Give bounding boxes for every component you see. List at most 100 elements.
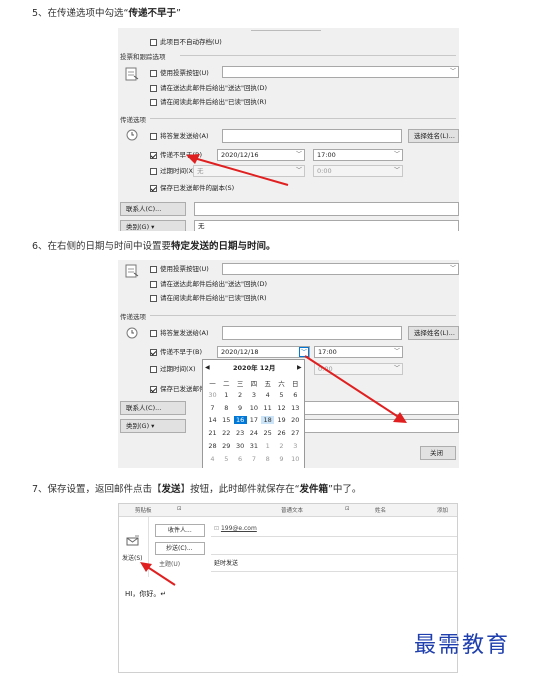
calendar-day[interactable]: 10 [247, 404, 260, 412]
calendar-day[interactable]: 24 [247, 429, 260, 437]
calendar-day[interactable]: 21 [206, 429, 219, 437]
categories-button[interactable]: 类别(G) ▾ [120, 419, 186, 433]
calendar-day[interactable]: 25 [261, 429, 274, 437]
calendar-day[interactable]: 22 [220, 429, 233, 437]
reply-to-checkbox[interactable] [150, 133, 157, 140]
select-names-button[interactable]: 选择姓名(L)... [408, 129, 459, 143]
calendar-day[interactable]: 30 [234, 442, 247, 450]
voting-select[interactable]: ﹀ [222, 263, 459, 275]
calendar-day[interactable]: 10 [289, 455, 302, 463]
calendar-day[interactable]: 14 [206, 416, 219, 424]
to-button[interactable]: 收件人... [155, 524, 205, 537]
calendar-day[interactable]: 12 [275, 404, 288, 412]
calendar-weekday: 二 [223, 380, 230, 388]
calendar-day[interactable]: 6 [234, 455, 247, 463]
calendar-day[interactable]: 7 [206, 404, 219, 412]
calendar-day[interactable]: 16 [233, 416, 247, 425]
calendar-day[interactable]: 2 [275, 442, 288, 450]
no-earlier-checkbox[interactable] [150, 152, 157, 159]
read-receipt-checkbox[interactable] [150, 295, 157, 302]
close-button[interactable]: 关闭 [420, 446, 456, 460]
calendar-day[interactable]: 4 [261, 391, 274, 399]
calendar-day[interactable]: 1 [220, 391, 233, 399]
read-receipt-checkbox[interactable] [150, 99, 157, 106]
calendar-day[interactable]: 7 [247, 455, 260, 463]
no-autoarchive-checkbox[interactable] [150, 39, 157, 46]
voting-section-title: 投票和跟踪选项 [120, 53, 166, 61]
calendar-day[interactable]: 13 [289, 404, 302, 412]
no-earlier-time[interactable]: 17:00 ﹀ [313, 149, 403, 161]
next-month-icon[interactable]: ▶ [297, 364, 302, 372]
delivery-receipt-checkbox[interactable] [150, 281, 157, 288]
expires-time[interactable]: 0:00﹀ [313, 165, 403, 177]
expires-checkbox[interactable] [150, 168, 157, 175]
calendar-day[interactable]: 5 [275, 391, 288, 399]
voting-select[interactable]: ﹀ [222, 66, 459, 78]
calendar-weekday: 三 [236, 380, 244, 388]
calendar-day[interactable]: 9 [275, 455, 288, 463]
names-group-label: 姓名 [375, 508, 387, 514]
expires-checkbox[interactable] [150, 366, 157, 373]
calendar-weekday: 五 [264, 380, 271, 388]
calendar-day[interactable]: 1 [261, 442, 274, 450]
calendar-day[interactable]: 20 [289, 416, 302, 424]
calendar-day[interactable]: 11 [261, 404, 274, 412]
save-copy-checkbox[interactable] [150, 185, 157, 192]
calendar-day[interactable]: 18 [261, 416, 275, 425]
calendar-day[interactable]: 30 [206, 391, 219, 399]
date-picker-calendar[interactable]: ◀ 2020年 12月 ▶ 一二三四五六日 30 1 2 3 4 5 6 7 8 9 10 11 12 13… [202, 359, 305, 468]
to-field[interactable]: ⊡ 199@e.com [211, 524, 457, 537]
delivery-clock-icon [126, 327, 138, 339]
use-voting-checkbox[interactable] [150, 266, 157, 273]
reply-to-input[interactable] [222, 129, 402, 143]
delivery-receipt-label: 请在送达此邮件后给出"送达"回执(D) [160, 280, 268, 288]
categories-button[interactable]: 类别(G) ▾ [120, 220, 186, 231]
read-receipt-label: 请在阅读此邮件后给出"已读"回执(R) [160, 98, 267, 106]
cc-button[interactable]: 抄送(C)... [155, 542, 205, 555]
step-5-text: 5、在传递选项中勾选“传递不早于” [32, 8, 181, 19]
calendar-day[interactable]: 9 [234, 404, 247, 412]
expand-icon[interactable]: ⊡ [177, 506, 182, 512]
contacts-input[interactable] [194, 202, 459, 216]
calendar-day[interactable]: 3 [247, 391, 260, 399]
send-icon [126, 535, 139, 546]
calendar-day[interactable]: 5 [220, 455, 233, 463]
save-copy-checkbox[interactable] [150, 386, 157, 393]
calendar-day[interactable]: 8 [220, 404, 233, 412]
calendar-day[interactable]: 26 [275, 429, 288, 437]
contacts-button[interactable]: 联系人(C)... [120, 401, 186, 415]
delivery-clock-icon [126, 129, 138, 141]
no-earlier-checkbox[interactable] [150, 349, 157, 356]
calendar-day[interactable]: 23 [234, 429, 247, 437]
calendar-day[interactable]: 27 [289, 429, 302, 437]
calendar-day[interactable]: 2 [234, 391, 247, 399]
calendar-day[interactable]: 28 [206, 442, 219, 450]
calendar-day[interactable]: 4 [206, 455, 219, 463]
calendar-day[interactable]: 8 [261, 455, 274, 463]
subject-field[interactable]: 延时发送 [211, 559, 457, 572]
calendar-day[interactable]: 3 [289, 442, 302, 450]
calendar-grid: 一二三四五六日 30 1 2 3 4 5 6 7 8 9 10 11 12 13 14 15 16 17 18 19 20… [206, 378, 303, 468]
reply-to-checkbox[interactable] [150, 330, 157, 337]
cc-field[interactable] [211, 542, 457, 555]
calendar-day[interactable]: 29 [220, 442, 233, 450]
use-voting-checkbox[interactable] [150, 70, 157, 77]
delivery-receipt-checkbox[interactable] [150, 85, 157, 92]
no-autoarchive-label: 此项目不自动存档(U) [160, 38, 222, 46]
voting-icon [125, 67, 139, 81]
select-names-button[interactable]: 选择姓名(L)... [408, 326, 459, 340]
calendar-day[interactable]: 19 [275, 416, 288, 424]
calendar-day[interactable]: 15 [220, 416, 233, 424]
calendar-day[interactable]: 31 [247, 442, 260, 450]
prev-month-icon[interactable]: ◀ [205, 364, 210, 372]
contacts-button[interactable]: 联系人(C)... [120, 202, 186, 216]
no-earlier-date[interactable]: 2020/12/18 ﹀ [217, 346, 310, 358]
watermark-logo: 最需教育 [414, 633, 511, 658]
categories-input[interactable]: 无 [194, 220, 459, 231]
reply-to-input[interactable] [222, 326, 402, 340]
mail-body-text[interactable]: HI，你好。↵ [125, 590, 166, 598]
calendar-day[interactable]: 6 [289, 391, 302, 399]
calendar-day[interactable]: 17 [247, 416, 260, 424]
expand-icon[interactable]: ⊡ [345, 506, 350, 512]
save-copy-label: 保存已发送邮件 [160, 385, 206, 393]
